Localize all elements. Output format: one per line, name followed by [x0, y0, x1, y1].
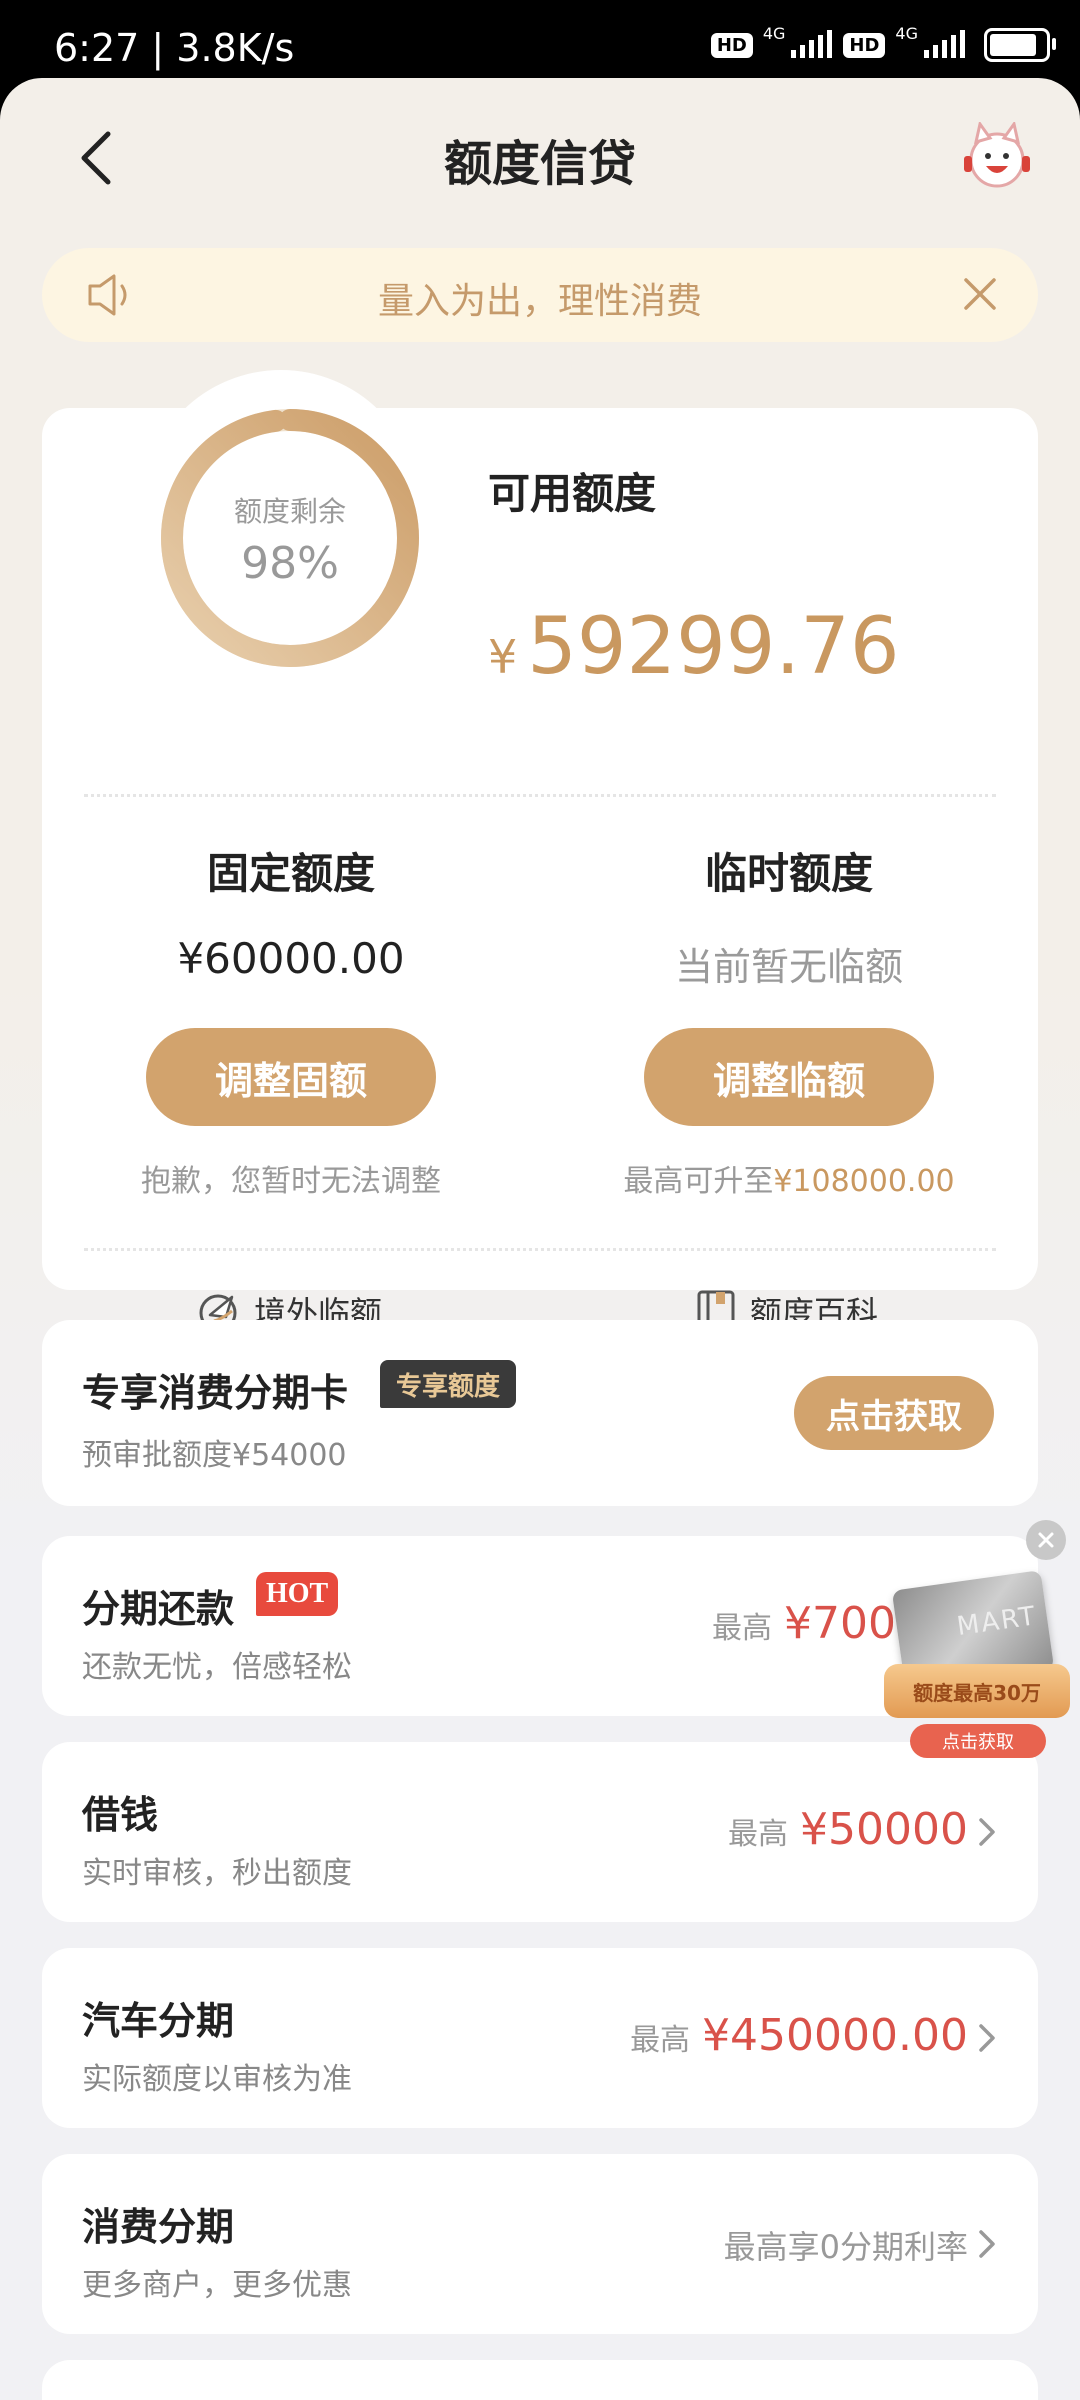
row-subtitle: 更多商户，更多优惠 [82, 2268, 352, 2303]
zero-rate-text: 最高享0分期利率 [723, 2228, 968, 2266]
network-type-2: 4G [895, 23, 918, 43]
promo-close-button[interactable] [1026, 1520, 1066, 1560]
row-subtitle: 实时审核，秒出额度 [82, 1856, 352, 1891]
row-title: 消费分期 [82, 2205, 235, 2249]
chevron-right-icon [979, 1818, 995, 1846]
available-label: 可用额度 [488, 469, 657, 518]
promo-cta-button[interactable]: 点击获取 [910, 1724, 1046, 1758]
ring-label: 额度剩余 [233, 495, 346, 528]
fixed-limit-value: ¥60000.00 [177, 934, 405, 983]
page-title: 额度信贷 [443, 136, 636, 192]
row-subtitle: 预审批额度¥54000 [82, 1438, 347, 1473]
adjust-fixed-button[interactable]: 调整固额 [146, 1028, 436, 1126]
max-prefix: 最高 [728, 1817, 789, 1852]
row-title: 汽车分期 [82, 1999, 235, 2043]
temp-limit-value: 当前暂无临额 [674, 945, 903, 989]
row-subtitle: 还款无忧，倍感轻松 [82, 1650, 352, 1685]
max-prefix: 最高 [712, 1611, 773, 1646]
row-title: 借钱 [82, 1793, 159, 1837]
temp-limit-note: 最高可升至¥108000.00 [540, 1156, 1038, 1200]
temp-note-prefix: 最高可升至 [623, 1164, 774, 1199]
borrow-row[interactable]: 借钱 实时审核，秒出额度 最高 ¥50000 [42, 1742, 1038, 1922]
signal-icon [791, 30, 833, 58]
close-icon [1038, 1532, 1054, 1548]
status-bar: 6:27 | 3.8K/s HD 4G HD 4G [0, 0, 1080, 80]
signal-icon-2 [924, 30, 965, 58]
notice-text: 量入为出，理性消费 [377, 281, 702, 322]
available-amount-value: 59299.76 [527, 602, 900, 692]
close-icon[interactable] [960, 274, 1000, 314]
temp-limit-title: 临时额度 [704, 849, 873, 898]
hd-icon-2: HD [843, 32, 886, 58]
currency-symbol: ¥ [488, 630, 518, 684]
notice-banner: 量入为出，理性消费 [42, 248, 1038, 342]
adjust-temp-button[interactable]: 调整临额 [644, 1028, 934, 1126]
exclusive-card-row[interactable]: 专享消费分期卡 专享额度 预审批额度¥54000 点击获取 [42, 1320, 1038, 1506]
row-title: 分期还款 [82, 1587, 235, 1631]
chevron-right-icon [979, 2230, 995, 2258]
max-amount: ¥450000.00 [702, 2010, 968, 2061]
fixed-limit-title: 固定额度 [206, 849, 375, 898]
floating-promo[interactable]: MART 额度最高30万 点击获取 [884, 1570, 1070, 1768]
mascot-icon[interactable] [962, 122, 1032, 192]
row-title: 专享消费分期卡 [82, 1371, 349, 1415]
page: 额度信贷 量入为出，理性消费 额度剩余 98% 可用额度 ¥ 59299.76 … [0, 78, 1080, 2400]
nav-bar: 额度信贷 [0, 78, 1080, 238]
hd-icon: HD [710, 32, 753, 58]
max-prefix: 最高 [630, 2023, 691, 2058]
hot-badge: HOT [256, 1572, 339, 1616]
car-installment-row[interactable]: 汽车分期 实际额度以审核为准 最高 ¥450000.00 [42, 1948, 1038, 2128]
row-subtitle: 实际额度以审核为准 [82, 2062, 352, 2097]
consumer-installment-row[interactable]: 消费分期 更多商户，更多优惠 最高享0分期利率 [42, 2154, 1038, 2334]
network-type: 4G [762, 23, 786, 43]
card-brand-text: MART [955, 1601, 1039, 1643]
status-time: 6:27 | 3.8K/s [54, 26, 295, 70]
fixed-limit-note: 抱歉，您暂时无法调整 [141, 1164, 441, 1199]
divider [84, 1248, 996, 1251]
status-icons: HD 4G HD 4G [710, 24, 1056, 62]
max-amount: ¥50000 [800, 1804, 968, 1855]
ring-value: 98% [241, 538, 339, 589]
next-row-partial[interactable] [42, 2360, 1038, 2400]
battery-icon [984, 28, 1056, 62]
promo-banner: 额度最高30万 [884, 1664, 1070, 1718]
divider [84, 794, 996, 797]
get-now-button[interactable]: 点击获取 [794, 1376, 994, 1450]
available-amount: ¥59299.76 [488, 608, 899, 686]
exclusive-badge: 专享额度 [380, 1360, 517, 1408]
temp-note-amount: ¥108000.00 [773, 1164, 955, 1199]
chevron-right-icon [979, 2024, 995, 2052]
row-promo: 最高享0分期利率 [724, 2222, 968, 2268]
row-max-amount: 最高 ¥50000 [728, 1804, 968, 1855]
row-max-amount: 最高 ¥450000.00 [630, 2010, 968, 2061]
